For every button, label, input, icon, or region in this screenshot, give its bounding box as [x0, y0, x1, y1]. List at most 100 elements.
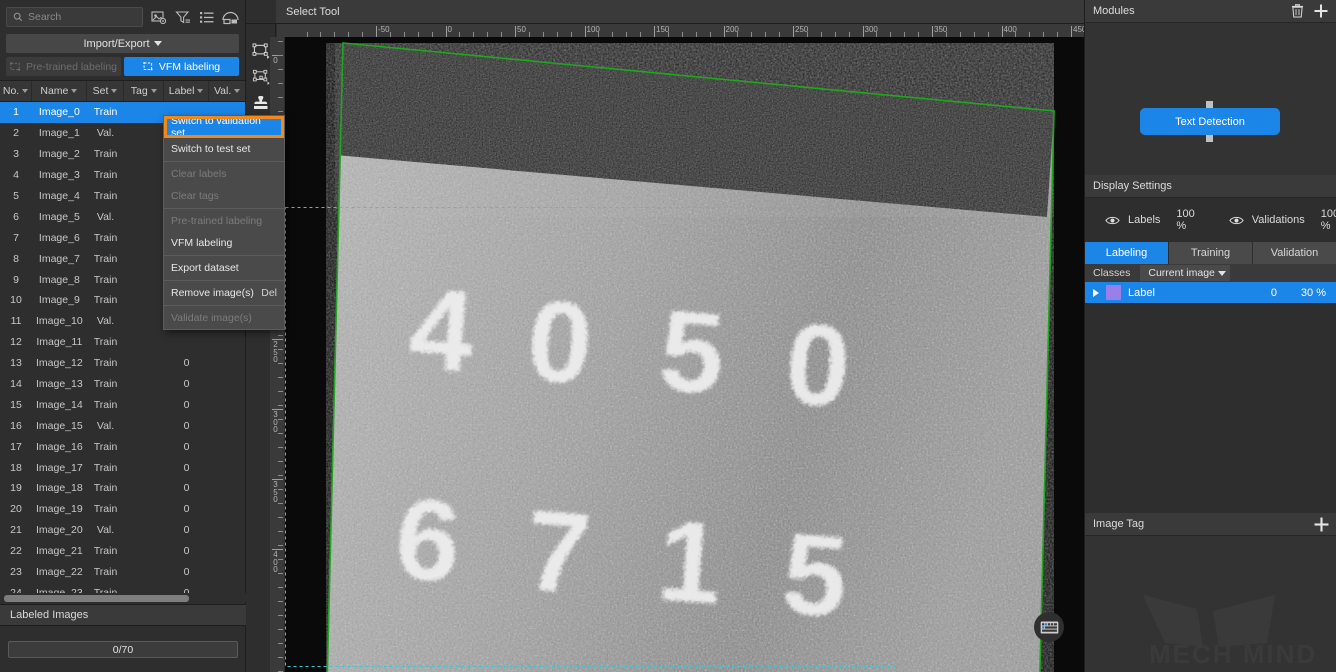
cell-no: 6	[13, 210, 19, 223]
list-view-icon[interactable]	[198, 9, 215, 26]
right-sidebar: Modules Text Detection Display Settings	[1084, 0, 1336, 672]
cell-name: Image_16	[36, 440, 83, 453]
cell-no: 20	[10, 503, 22, 516]
cell-name: Image_20	[36, 524, 83, 537]
cell-name: Image_15	[36, 419, 83, 432]
cell-label: 0	[183, 440, 190, 453]
scope-dropdown[interactable]: Current image	[1140, 265, 1230, 281]
tab-training[interactable]: Training	[1169, 242, 1253, 264]
watermark-logo: MECH MIND	[1135, 585, 1336, 670]
plus-icon[interactable]	[1314, 517, 1329, 532]
tab-validation[interactable]: Validation	[1253, 242, 1336, 264]
validations-visibility-toggle[interactable]: Validations 100 %	[1229, 208, 1336, 232]
table-row[interactable]: 23 Image_22 Train 0	[0, 562, 245, 583]
horizontal-scrollbar-track[interactable]	[0, 593, 246, 602]
rect-select-icon	[252, 42, 271, 60]
cell-tag	[124, 520, 164, 541]
tab-pre-trained-labeling[interactable]: Pre-trained labeling	[6, 57, 121, 76]
cell-set: Val.	[96, 315, 115, 328]
cell-tag	[124, 311, 164, 332]
horizontal-scrollbar-thumb[interactable]	[4, 595, 189, 602]
table-row[interactable]: 19 Image_18 Train 0	[0, 478, 245, 499]
cell-tag	[124, 290, 164, 311]
eye-icon	[1229, 215, 1244, 226]
table-row[interactable]: 15 Image_14 Train 0	[0, 394, 245, 415]
class-row-label[interactable]: Label 0 30 %	[1085, 282, 1336, 303]
cell-label: 0	[183, 566, 190, 579]
column-header-tag[interactable]: Tag	[124, 81, 164, 101]
cell-no: 13	[10, 357, 22, 370]
cell-label: 0	[183, 503, 190, 516]
table-row[interactable]: 12 Image_11 Train	[0, 332, 245, 353]
column-header-name[interactable]: Name	[32, 81, 87, 101]
table-row[interactable]: 17 Image_16 Train 0	[0, 436, 245, 457]
cell-val	[209, 499, 245, 520]
column-header-set[interactable]: Set	[87, 81, 125, 101]
tab-vfm-labeling[interactable]: VFM labeling	[124, 57, 239, 76]
menu-item-export-dataset[interactable]: Export dataset	[164, 257, 284, 279]
column-label: Tag	[130, 85, 148, 97]
column-header-val[interactable]: Val.	[209, 81, 245, 101]
image-tag-header: Image Tag	[1085, 513, 1336, 536]
ruler-label: -50	[378, 25, 390, 34]
node-output-port[interactable]	[1206, 135, 1213, 142]
column-header-label[interactable]: Label	[164, 81, 210, 101]
cell-tag	[124, 374, 164, 395]
table-row[interactable]: 22 Image_21 Train 0	[0, 541, 245, 562]
search-input[interactable]: Search	[6, 7, 143, 27]
table-row[interactable]: 16 Image_15 Val. 0	[0, 415, 245, 436]
funnel-filter-icon[interactable]	[174, 9, 191, 26]
modules-canvas[interactable]: Text Detection	[1085, 23, 1336, 175]
cell-no: 17	[10, 440, 22, 453]
plus-icon[interactable]	[1314, 4, 1328, 18]
menu-item-remove-image-s[interactable]: Remove image(s) Del	[164, 282, 284, 304]
cell-set: Train	[93, 398, 118, 411]
labels-visibility-toggle[interactable]: Labels 100 %	[1105, 208, 1195, 232]
menu-item-vfm-labeling[interactable]: VFM labeling	[164, 232, 284, 254]
svg-text:7: 7	[521, 486, 595, 619]
ruler-minor-tick	[278, 517, 283, 518]
table-row[interactable]: 14 Image_13 Train 0	[0, 374, 245, 395]
menu-item-switch-to-test-set[interactable]: Switch to test set	[164, 138, 284, 160]
table-row[interactable]: 20 Image_19 Train 0	[0, 499, 245, 520]
tab-validation-label: Validation	[1270, 247, 1319, 259]
trash-icon[interactable]	[1291, 4, 1304, 18]
ruler-major-tick	[584, 26, 586, 37]
table-row[interactable]: 21 Image_20 Val. 0	[0, 520, 245, 541]
module-node-text-detection[interactable]: Text Detection	[1140, 108, 1280, 135]
node-input-port[interactable]	[1206, 101, 1213, 108]
expand-triangle-icon[interactable]	[1093, 288, 1099, 297]
cell-tag	[124, 144, 164, 165]
column-label: Set	[92, 85, 109, 97]
class-count: 0	[1270, 286, 1277, 299]
ruler-minor-tick	[278, 391, 283, 392]
display-mode-tabs: Labeling Training Validation	[1085, 242, 1336, 264]
keyboard-shortcuts-button[interactable]	[1034, 612, 1064, 642]
gallery-view-icon[interactable]	[222, 9, 239, 26]
cell-no: 5	[13, 190, 19, 202]
ruler-minor-tick	[278, 559, 283, 560]
ruler-minor-tick	[278, 531, 283, 532]
vfm-icon	[143, 61, 154, 72]
ruler-major-tick	[862, 26, 864, 37]
cell-name: Image_13	[36, 378, 83, 391]
column-header-no[interactable]: No.	[0, 81, 33, 101]
cell-tag	[124, 186, 164, 207]
image-context-menu[interactable]: Switch to validation set Switch to test s…	[163, 115, 285, 330]
cell-no: 8	[13, 252, 19, 265]
image-canvas[interactable]: 4 0 5 0 6 7 1 5	[285, 37, 1084, 672]
cell-tag	[124, 541, 164, 562]
image-tag-body[interactable]: MECH MIND	[1085, 536, 1336, 672]
class-percent: 30 %	[1300, 286, 1326, 299]
ruler-minor-tick	[278, 377, 283, 378]
menu-separator	[164, 255, 284, 256]
cell-set: Train	[93, 169, 118, 182]
table-row[interactable]: 18 Image_17 Train 0	[0, 457, 245, 478]
column-label: Name	[40, 85, 69, 97]
image-filter-icon[interactable]	[150, 9, 167, 26]
table-row[interactable]: 13 Image_12 Train 0	[0, 353, 245, 374]
import-export-button[interactable]: Import/Export	[6, 34, 239, 53]
ruler-minor-tick	[278, 573, 283, 574]
menu-item-switch-to-validation-set[interactable]: Switch to validation set	[164, 115, 284, 139]
tab-labeling[interactable]: Labeling	[1085, 242, 1169, 264]
